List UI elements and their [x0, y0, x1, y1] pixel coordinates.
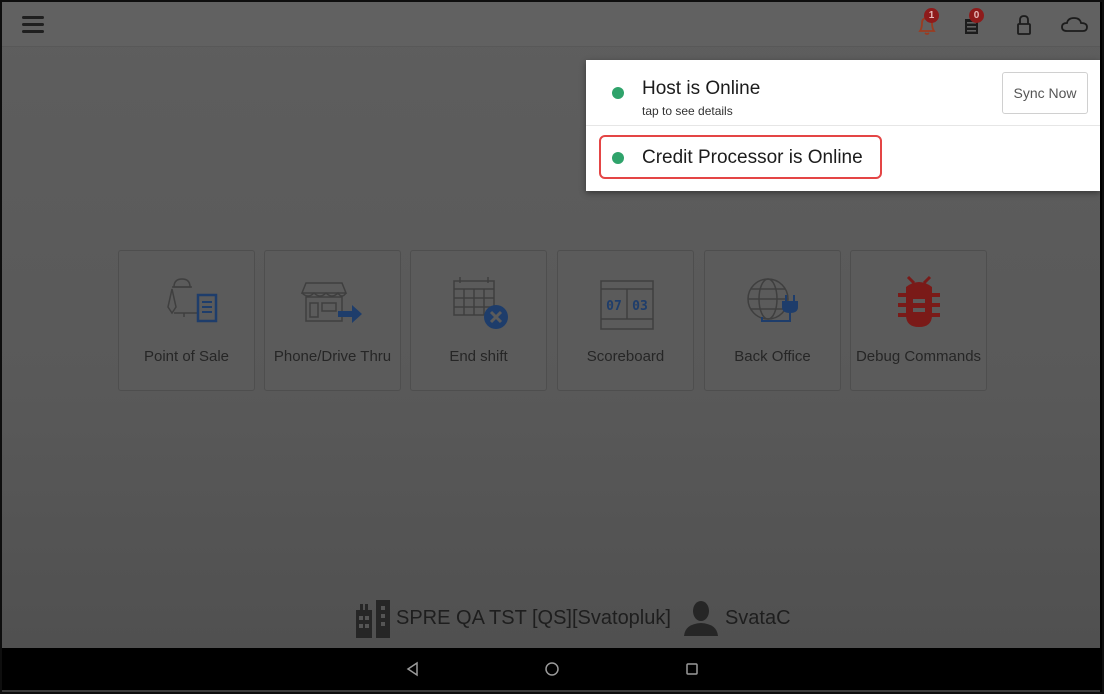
phone-drive-thru-icon: [265, 273, 400, 333]
scoreboard-digits-right: 03: [632, 299, 648, 314]
tile-label: Scoreboard: [586, 348, 665, 365]
top-bar: 1 0: [2, 2, 1100, 47]
host-status-dot: [612, 87, 624, 99]
tile-label: Point of Sale: [143, 348, 230, 365]
notifications-bell-icon[interactable]: 1: [912, 8, 942, 40]
footer-info: SPRE QA TST [QS][Svatopluk] SvataC: [354, 598, 791, 638]
user-name: SvataC: [724, 606, 791, 629]
home-icon[interactable]: [544, 661, 560, 677]
user-avatar-icon: [683, 601, 718, 636]
connection-status-panel: Host is Online tap to see details Sync N…: [586, 60, 1100, 191]
receipt-badge: 0: [969, 8, 984, 23]
scoreboard-icon: 07 03: [558, 273, 693, 333]
credit-status-dot: [612, 152, 624, 164]
credit-status-title: Credit Processor is Online: [642, 147, 863, 168]
tile-point-of-sale[interactable]: Point of Sale: [118, 250, 255, 391]
android-nav-bar: [2, 648, 1100, 690]
store-name: SPRE QA TST [QS][Svatopluk]: [396, 606, 671, 629]
receipt-icon[interactable]: 0: [957, 8, 987, 40]
frame-bottom-line: [2, 690, 1100, 692]
tile-phone-drive-thru[interactable]: Phone/Drive Thru: [264, 250, 401, 391]
point-of-sale-icon: [119, 273, 254, 333]
host-status-title: Host is Online: [642, 78, 761, 99]
tile-label: End shift: [449, 348, 508, 365]
back-office-icon: [705, 273, 840, 333]
hamburger-menu-icon[interactable]: [22, 16, 44, 34]
host-status-subtitle: tap to see details: [642, 104, 733, 118]
store-building-icon: [356, 600, 390, 638]
tile-debug-commands[interactable]: Debug Commands: [850, 250, 987, 391]
back-icon[interactable]: [405, 661, 421, 677]
tile-label: Back Office: [734, 348, 811, 365]
tile-back-office[interactable]: Back Office: [704, 250, 841, 391]
notifications-badge: 1: [924, 8, 939, 23]
recents-icon[interactable]: [684, 661, 700, 677]
end-shift-icon: [411, 273, 546, 333]
debug-bug-icon: [851, 273, 986, 333]
credit-processor-status-row[interactable]: Credit Processor is Online: [586, 126, 1100, 191]
tile-label: Phone/Drive Thru: [273, 348, 392, 365]
scoreboard-digits-left: 07: [606, 299, 622, 314]
lock-icon[interactable]: [1009, 10, 1039, 40]
sync-now-button[interactable]: Sync Now: [1002, 72, 1088, 114]
tile-label: Debug Commands: [855, 348, 982, 365]
host-status-row[interactable]: Host is Online tap to see details Sync N…: [586, 60, 1100, 126]
tile-end-shift[interactable]: End shift: [410, 250, 547, 391]
tile-scoreboard[interactable]: 07 03 Scoreboard: [557, 250, 694, 391]
cloud-icon[interactable]: [1059, 10, 1091, 40]
